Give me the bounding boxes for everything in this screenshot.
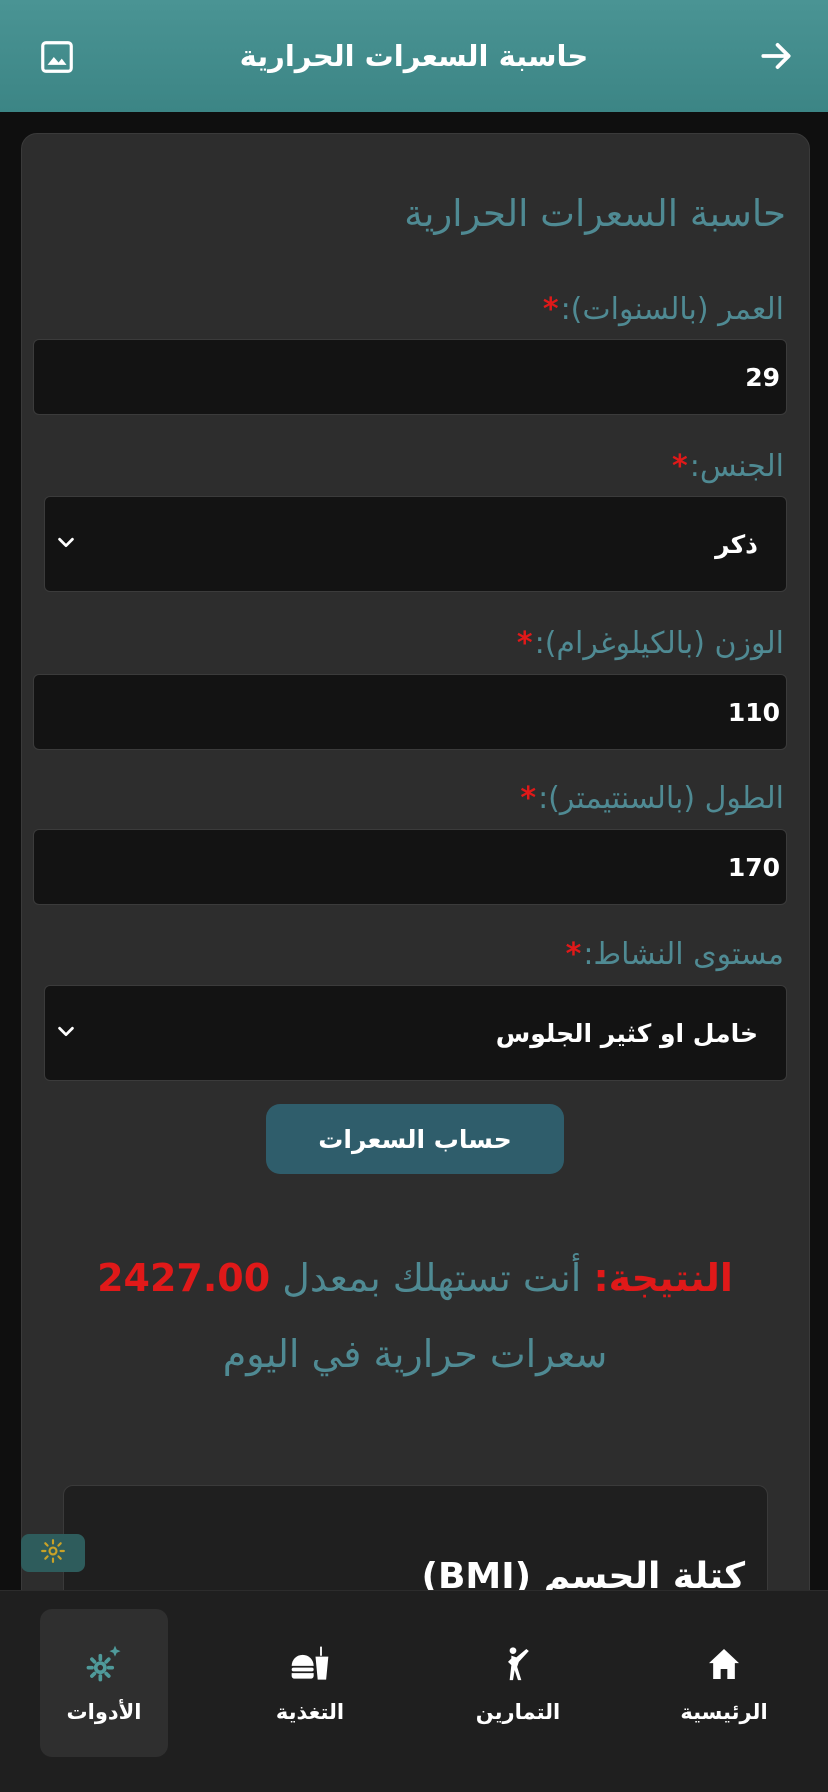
required-mark: * bbox=[520, 781, 537, 816]
age-value: 29 bbox=[745, 362, 780, 392]
weight-input[interactable]: 110 bbox=[33, 674, 787, 750]
height-label: الطول (بالسنتيمتر):* bbox=[520, 781, 784, 816]
result-line-2: سعرات حرارية في اليوم bbox=[222, 1332, 608, 1376]
arrow-right-icon[interactable] bbox=[754, 34, 798, 78]
age-label-text: العمر (بالسنوات): bbox=[560, 292, 784, 327]
chevron-down-icon bbox=[55, 1020, 77, 1046]
gender-value: ذكر bbox=[715, 529, 758, 559]
chevron-down-icon bbox=[55, 531, 77, 557]
height-label-text: الطول (بالسنتيمتر): bbox=[538, 781, 784, 816]
required-mark: * bbox=[672, 449, 688, 484]
weight-label: الوزن (بالكيلوغرام):* bbox=[517, 626, 784, 661]
activity-label: مستوى النشاط:* bbox=[566, 937, 784, 972]
weight-label-text: الوزن (بالكيلوغرام): bbox=[534, 626, 784, 661]
result-value: 2427.00 bbox=[97, 1256, 271, 1300]
home-icon bbox=[702, 1642, 746, 1686]
height-value: 170 bbox=[727, 852, 780, 882]
age-input[interactable]: 29 bbox=[33, 339, 787, 415]
nav-item-home[interactable]: الرئيسية bbox=[660, 1609, 788, 1757]
result-prefix: النتيجة: bbox=[593, 1256, 733, 1300]
weight-value: 110 bbox=[727, 697, 780, 727]
gender-label-text: الجنس: bbox=[689, 449, 784, 484]
form-title: حاسبة السعرات الحرارية bbox=[404, 192, 786, 235]
nav-label-home: الرئيسية bbox=[680, 1700, 768, 1724]
bottom-navigation: الرئيسية التمارين التغذية الأدوات bbox=[0, 1590, 828, 1792]
result-text: النتيجة: أنت تستهلك بمعدل 2427.00 سعرات … bbox=[40, 1240, 790, 1392]
app-header: حاسبة السعرات الحرارية bbox=[0, 0, 828, 112]
nav-item-nutrition[interactable]: التغذية bbox=[246, 1609, 374, 1757]
settings-floating-button[interactable] bbox=[21, 1534, 85, 1572]
nav-label-tools: الأدوات bbox=[66, 1700, 142, 1724]
nav-label-exercises: التمارين bbox=[475, 1700, 561, 1724]
result-text-before: أنت تستهلك بمعدل bbox=[270, 1256, 594, 1300]
page-title: حاسبة السعرات الحرارية bbox=[239, 39, 589, 73]
calculate-calories-button[interactable]: حساب السعرات bbox=[266, 1104, 564, 1174]
gear-icon bbox=[40, 1538, 66, 1568]
image-icon[interactable] bbox=[36, 36, 78, 78]
required-mark: * bbox=[565, 937, 582, 972]
result-line-1: النتيجة: أنت تستهلك بمعدل 2427.00 bbox=[40, 1240, 790, 1316]
martial-arts-icon bbox=[496, 1642, 540, 1686]
required-mark: * bbox=[542, 292, 559, 327]
nav-label-nutrition: التغذية bbox=[275, 1700, 345, 1724]
height-input[interactable]: 170 bbox=[33, 829, 787, 905]
nav-item-tools[interactable]: الأدوات bbox=[40, 1609, 168, 1757]
gender-label: الجنس:* bbox=[672, 449, 784, 484]
tools-gear-icon bbox=[82, 1642, 126, 1686]
age-label: العمر (بالسنوات):* bbox=[543, 292, 784, 327]
food-icon bbox=[288, 1642, 332, 1686]
required-mark: * bbox=[516, 626, 533, 661]
activity-value: خامل او كثير الجلوس bbox=[495, 1018, 758, 1048]
gender-select[interactable]: ذكر bbox=[44, 496, 787, 592]
nav-item-exercises[interactable]: التمارين bbox=[454, 1609, 582, 1757]
activity-select[interactable]: خامل او كثير الجلوس bbox=[44, 985, 787, 1081]
activity-label-text: مستوى النشاط: bbox=[583, 937, 784, 972]
